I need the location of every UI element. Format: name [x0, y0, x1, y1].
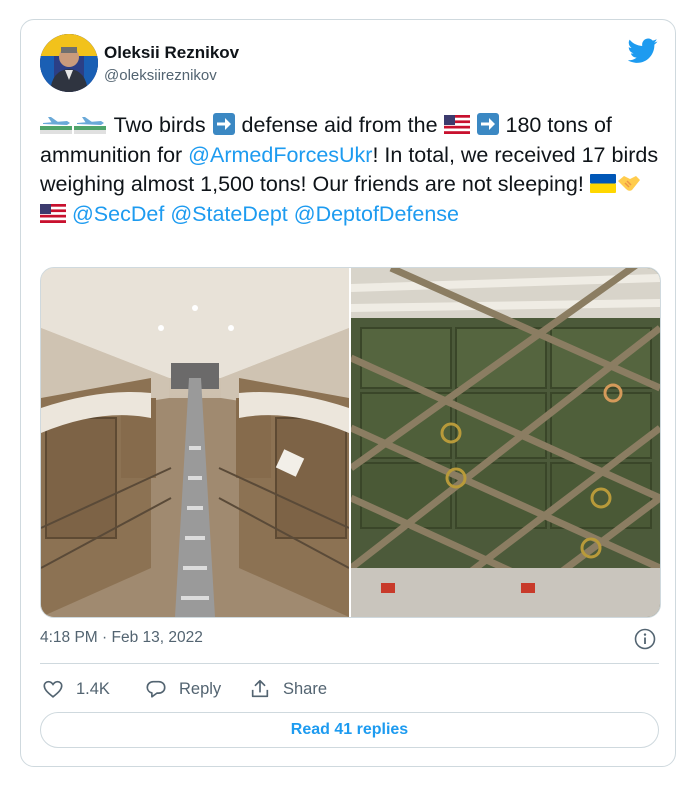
reply-label: Reply — [179, 679, 222, 698]
right-arrow-icon — [212, 113, 235, 135]
share-icon — [251, 679, 269, 698]
airplane-flag-icon — [74, 117, 106, 134]
info-icon[interactable] — [634, 628, 656, 650]
share-button[interactable]: Share — [249, 677, 327, 701]
author-name[interactable]: Oleksii Reznikov — [104, 43, 239, 63]
read-replies-button[interactable]: Read 41 replies — [40, 712, 659, 748]
tweet-card: Oleksii Reznikov @oleksiireznikov Two bi… — [20, 19, 676, 767]
mention-deptofdefense[interactable]: @DeptofDefense — [294, 202, 459, 226]
heart-icon — [43, 680, 63, 698]
reply-bubble-icon — [146, 680, 166, 698]
divider — [40, 663, 659, 664]
share-label: Share — [283, 679, 328, 698]
airplane-flag-icon — [40, 117, 72, 134]
tweet-media — [40, 267, 661, 618]
twitter-bird-icon[interactable] — [628, 38, 658, 64]
mention-statedept[interactable]: @StateDept — [170, 202, 287, 226]
ukraine-flag-icon — [589, 174, 616, 193]
avatar[interactable] — [40, 34, 98, 92]
ammunition-crates-photo[interactable] — [351, 268, 660, 617]
like-count: 1.4K — [76, 679, 110, 698]
reply-button[interactable]: Reply — [145, 677, 221, 701]
like-button[interactable]: 1.4K — [42, 677, 110, 701]
tweet-text-part: Two birds — [108, 113, 212, 137]
tweet-text-part: defense aid from the — [235, 113, 444, 137]
mention-armedforcesukr[interactable]: @ArmedForcesUkr — [188, 143, 372, 167]
cargo-plane-interior-photo[interactable] — [41, 268, 349, 617]
right-arrow-icon — [476, 113, 499, 135]
tweet-text: Two birds defense aid from the 180 tons … — [40, 111, 665, 229]
handshake-icon — [617, 176, 640, 191]
mention-secdef[interactable]: @SecDef — [72, 202, 164, 226]
avatar-image — [40, 34, 98, 92]
us-flag-icon — [443, 115, 470, 134]
author-handle[interactable]: @oleksiireznikov — [104, 67, 217, 84]
us-flag-icon — [40, 203, 66, 223]
tweet-timestamp[interactable]: 4:18 PM · Feb 13, 2022 — [40, 629, 203, 647]
